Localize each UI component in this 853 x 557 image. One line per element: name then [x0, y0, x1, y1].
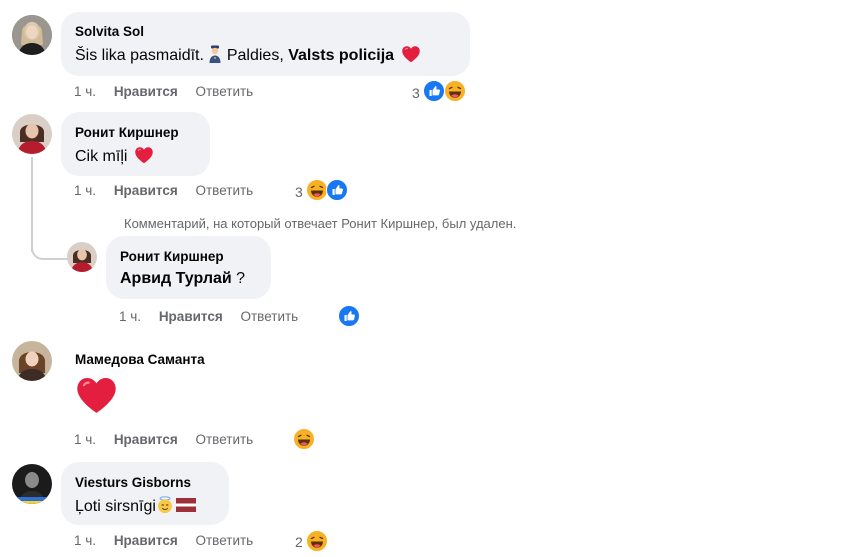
like-reaction-icon: [423, 80, 445, 102]
avatar[interactable]: [67, 242, 97, 272]
avatar[interactable]: [12, 341, 52, 381]
comment-text-part: Ļoti sirsnīgi: [75, 498, 156, 515]
comment-bubble: Ронит Киршнер Cik mīļi: [61, 112, 210, 176]
avatar[interactable]: [12, 114, 52, 154]
comment-actions: 1 ч. Нравится Ответить: [74, 84, 253, 99]
page-mention-link[interactable]: Valsts policija: [288, 47, 394, 64]
comment-author[interactable]: Ронит Киршнер: [75, 125, 179, 140]
comment-bubble: Solvita Sol Šis lika pasmaidīt. Paldies,…: [61, 12, 470, 76]
comment-text-part: Šis lika pasmaidīt.: [75, 47, 209, 64]
like-button[interactable]: Нравится: [114, 533, 178, 548]
comment-author[interactable]: Мамедова Саманта: [75, 352, 205, 367]
reply-bubble: Ронит Киршнер Арвид Турлай ?: [106, 236, 271, 299]
reaction-count[interactable]: 3: [295, 184, 303, 200]
reply-button[interactable]: Ответить: [196, 432, 254, 447]
heart-emoji-icon: [75, 375, 118, 415]
reaction-count[interactable]: 2: [295, 534, 303, 550]
comment-text: Cik mīļi: [75, 146, 154, 166]
avatar-photo: [67, 242, 97, 272]
haha-reaction-icon: [444, 80, 466, 102]
thread-connector-line: [31, 157, 33, 252]
heart-emoji-icon: [401, 45, 421, 63]
comment-actions: 1 ч. Нравится Ответить: [74, 533, 253, 548]
smiling-face-with-halo-icon: [157, 496, 172, 514]
avatar[interactable]: [12, 15, 52, 55]
comment-text: Арвид Турлай ?: [120, 270, 245, 288]
comment-time[interactable]: 1 ч.: [74, 533, 96, 548]
comment-actions: 1 ч. Нравится Ответить: [74, 432, 253, 447]
comment-time[interactable]: 1 ч.: [119, 309, 141, 324]
comment-author[interactable]: Ронит Киршнер: [120, 249, 224, 264]
haha-reaction-icon: [306, 530, 328, 552]
police-officer-icon: [209, 45, 221, 63]
avatar-photo: [12, 464, 52, 504]
comment-time[interactable]: 1 ч.: [74, 84, 96, 99]
comment-actions: 1 ч. Нравится Ответить: [119, 309, 298, 324]
avatar-photo: [12, 15, 52, 55]
comment-text: Ļoti sirsnīgi: [75, 496, 196, 516]
comment-text: Šis lika pasmaidīt. Paldies, Valsts poli…: [75, 45, 421, 65]
user-mention-link[interactable]: Арвид Турлай: [120, 270, 232, 287]
reaction-count[interactable]: 3: [412, 85, 420, 101]
like-button[interactable]: Нравится: [159, 309, 223, 324]
comment-time[interactable]: 1 ч.: [74, 432, 96, 447]
comment-bubble: Viesturs Gisborns Ļoti sirsnīgi: [61, 462, 229, 525]
like-button[interactable]: Нравится: [114, 84, 178, 99]
latvia-flag-icon: [175, 498, 196, 512]
avatar-photo: [12, 341, 52, 381]
comment-actions: 1 ч. Нравится Ответить: [74, 183, 253, 198]
haha-reaction-icon[interactable]: [293, 428, 315, 450]
heart-emoji-icon: [134, 146, 154, 164]
comment-author[interactable]: Viesturs Gisborns: [75, 475, 191, 490]
comment-text-part: Cik mīļi: [75, 148, 128, 165]
reply-button[interactable]: Ответить: [241, 309, 299, 324]
comment-author[interactable]: Solvita Sol: [75, 24, 144, 39]
reply-button[interactable]: Ответить: [196, 183, 254, 198]
deleted-comment-notice: Комментарий, на который отвечает Ронит К…: [124, 216, 517, 231]
comment-text-part: ?: [231, 270, 246, 287]
reply-button[interactable]: Ответить: [196, 84, 254, 99]
haha-reaction-icon: [306, 179, 328, 201]
like-button[interactable]: Нравится: [114, 183, 178, 198]
thread-connector-curve: [31, 240, 69, 260]
like-reaction-icon[interactable]: [338, 305, 360, 327]
comment-time[interactable]: 1 ч.: [74, 183, 96, 198]
avatar[interactable]: [12, 464, 52, 504]
like-reaction-icon: [326, 179, 348, 201]
avatar-photo: [12, 114, 52, 154]
like-button[interactable]: Нравится: [114, 432, 178, 447]
reply-button[interactable]: Ответить: [196, 533, 254, 548]
comment-text-part: Paldies,: [222, 47, 289, 64]
